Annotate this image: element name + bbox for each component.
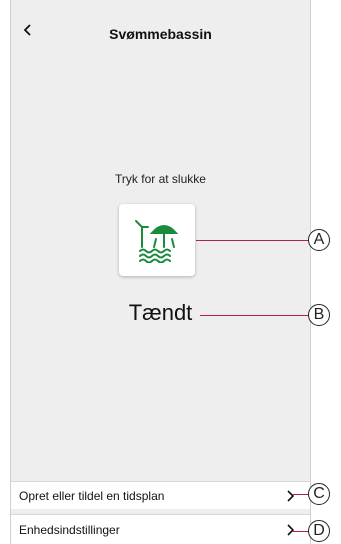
menu-item-device-settings[interactable]: Enhedsindstillinger bbox=[11, 514, 310, 544]
callout-line-c bbox=[292, 494, 308, 495]
chevron-right-icon bbox=[287, 523, 295, 536]
header: Svømmebassin bbox=[11, 0, 310, 56]
toggle-hint: Tryk for at slukke bbox=[115, 172, 206, 186]
device-state: Tændt bbox=[128, 300, 193, 325]
callout-line-a bbox=[196, 240, 308, 241]
pool-umbrella-icon bbox=[135, 220, 179, 263]
menu-item-label: Opret eller tildel en tidsplan bbox=[19, 488, 165, 503]
page-title: Svømmebassin bbox=[109, 26, 212, 42]
callout-a: A bbox=[308, 229, 330, 251]
callout-line-d bbox=[292, 531, 308, 532]
menu-item-label: Enhedsindstillinger bbox=[19, 522, 120, 537]
callout-c: C bbox=[308, 483, 330, 505]
callout-b: B bbox=[308, 304, 330, 326]
callout-line-b bbox=[200, 315, 308, 316]
menu-item-schedule[interactable]: Opret eller tildel en tidsplan bbox=[11, 481, 310, 509]
device-toggle-button[interactable] bbox=[119, 204, 195, 276]
chevron-right-icon bbox=[287, 489, 295, 502]
phone-screen: Svømmebassin Tryk for at slukke Tændt Op… bbox=[10, 0, 311, 544]
callout-d: D bbox=[308, 520, 330, 542]
